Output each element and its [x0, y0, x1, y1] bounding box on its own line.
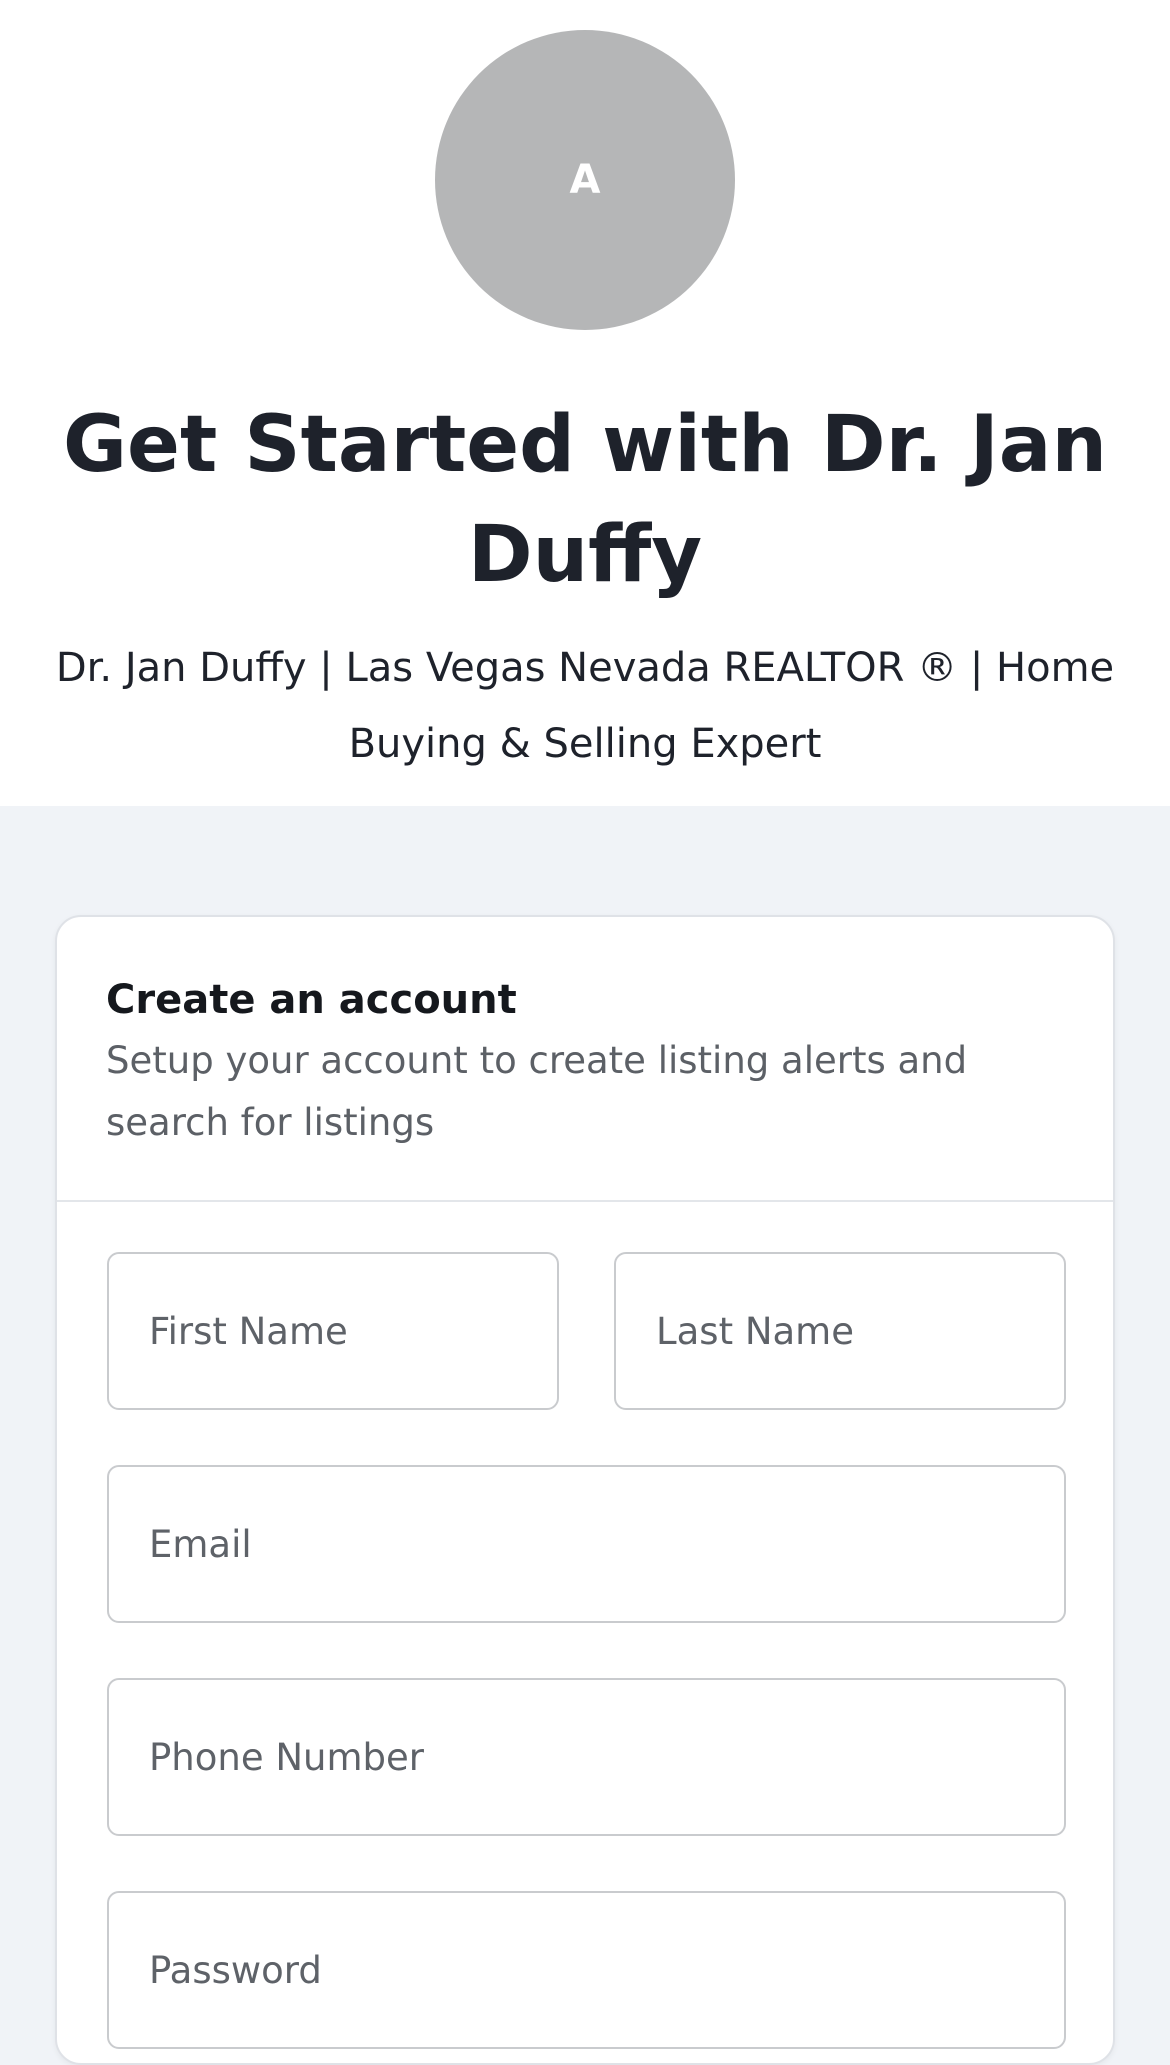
page-title: Get Started with Dr. Jan Duffy: [63, 400, 1107, 600]
first-name-input[interactable]: [107, 1252, 559, 1410]
phone-number-input[interactable]: [107, 1678, 1066, 1836]
signup-description: Setup your account to create listing ale…: [106, 1039, 968, 1144]
signup-card-header: Create an account Setup your account to …: [57, 917, 1113, 1202]
avatar-initial: A: [569, 157, 601, 203]
password-input[interactable]: [107, 1891, 1066, 2049]
email-input[interactable]: [107, 1465, 1066, 1623]
signup-card: Create an account Setup your account to …: [55, 915, 1115, 2065]
last-name-input[interactable]: [614, 1252, 1066, 1410]
avatar: A: [435, 30, 735, 330]
signup-title: Create an account: [106, 977, 517, 1023]
hero-section: A Get Started with Dr. Jan Duffy Dr. Jan…: [0, 0, 1170, 806]
page-subtitle: Dr. Jan Duffy | Las Vegas Nevada REALTOR…: [55, 645, 1115, 767]
